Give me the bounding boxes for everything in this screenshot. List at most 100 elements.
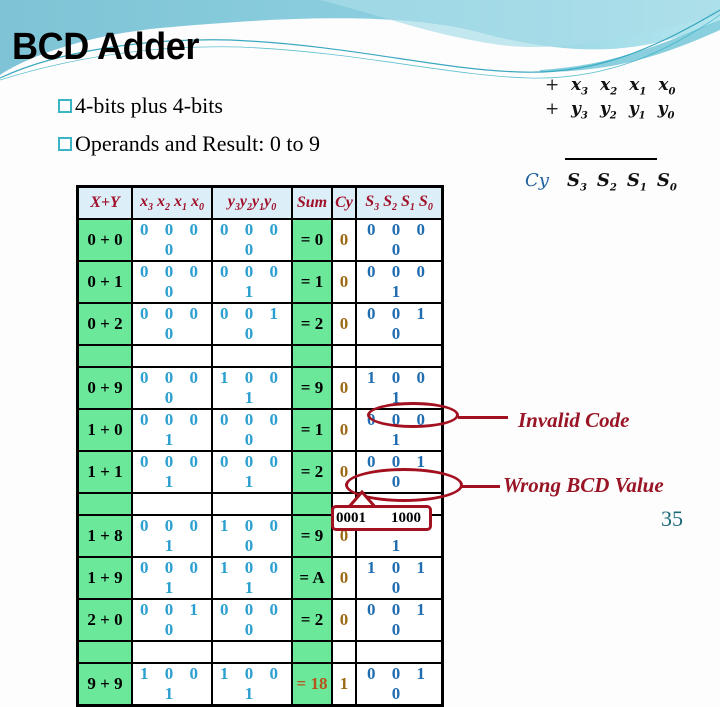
- header-sum: Sum: [291, 185, 333, 220]
- square-bullet-icon: [58, 137, 72, 151]
- formula-term: x2: [600, 75, 618, 98]
- cell-sum: [291, 492, 333, 516]
- cell-s-bits: 0 0 0 1: [355, 260, 444, 304]
- table-row: 0 + 90 0 0 01 0 0 1 = 901 0 0 1: [76, 366, 444, 410]
- table-row: 0 + 10 0 0 00 0 0 1 = 100 0 0 1: [76, 260, 444, 304]
- cell-y-bits: 1 0 0 1: [211, 556, 293, 600]
- bullet-text: 4-bits plus 4-bits: [75, 93, 223, 118]
- cell-operands: 0 + 9: [76, 366, 133, 410]
- cell-y-bits: 0 0 0 0: [211, 218, 293, 262]
- cell-operands: 2 + 0: [76, 598, 133, 642]
- cell-x-bits: 0 0 0 0: [131, 302, 213, 346]
- formula-term: S3: [566, 170, 587, 194]
- bullet-item: Operands and Result: 0 to 9: [58, 131, 320, 157]
- cell-y-bits: [211, 492, 293, 516]
- cell-y-bits: 1 0 0 1: [211, 366, 293, 410]
- cell-sum: = 9: [291, 514, 333, 558]
- cell-sum: = 2: [291, 598, 333, 642]
- addition-formula: + x3 x2 x1 x0 + y3 y2 y1 y0: [520, 75, 675, 123]
- cell-carry: 0: [331, 260, 357, 304]
- cell-sum: = 2: [291, 450, 333, 494]
- wrong-bcd-label: Wrong BCD Value: [503, 473, 664, 497]
- table-ellipsis-row: [76, 344, 444, 368]
- cell-x-bits: 0 0 1 0: [131, 598, 213, 642]
- cell-operands: [76, 492, 133, 516]
- cell-x-bits: 0 0 0 1: [131, 556, 213, 600]
- cell-carry: 0: [331, 218, 357, 262]
- invalid-code-label: Invalid Code: [518, 408, 630, 432]
- formula-term: x3: [571, 75, 589, 98]
- invalid-code-leader-line: [458, 416, 508, 419]
- header-cy: Cy: [331, 185, 357, 220]
- cell-operands: 1 + 8: [76, 514, 133, 558]
- cell-operands: 1 + 0: [76, 408, 133, 452]
- cell-sum: = A: [291, 556, 333, 600]
- table-row: 0 + 00 0 0 00 0 0 0 = 000 0 0 0: [76, 218, 444, 262]
- cell-operands: 1 + 1: [76, 450, 133, 494]
- cell-s-bits: 1 0 1 0: [355, 556, 444, 600]
- cell-x-bits: [131, 492, 213, 516]
- formula-term: S1: [626, 170, 647, 194]
- cell-carry: 1: [331, 662, 357, 707]
- formula-term: x1: [629, 75, 647, 98]
- cell-y-bits: 0 0 0 0: [211, 598, 293, 642]
- cell-x-bits: 0 0 0 0: [131, 218, 213, 262]
- cell-operands: [76, 344, 133, 368]
- cell-x-bits: 0 0 0 0: [131, 366, 213, 410]
- formula-term: y0: [657, 99, 675, 122]
- cell-carry: 0: [331, 408, 357, 452]
- cell-s-bits: 0 0 1 0: [355, 598, 444, 642]
- cell-x-bits: 1 0 0 1: [131, 662, 213, 707]
- plus-sign: +: [545, 99, 560, 119]
- formula-term: S0: [656, 170, 677, 194]
- formula-term: y1: [628, 99, 646, 122]
- formula-term: y3: [571, 99, 588, 122]
- cell-s-bits: [355, 344, 444, 368]
- formula-term: y2: [599, 99, 617, 122]
- cell-sum: = 1: [291, 408, 333, 452]
- formula-term: S2: [596, 170, 617, 194]
- table-header-row: X+Y x3 x2 x1 x0 y3y2y1y0 Sum Cy S3 S2 S1…: [76, 185, 444, 220]
- cell-s-bits: 0 0 1 0: [355, 662, 444, 707]
- cell-carry: 0: [331, 302, 357, 346]
- cell-sum: [291, 344, 333, 368]
- cell-y-bits: 1 0 0 1: [211, 662, 293, 707]
- cell-sum: = 1: [291, 260, 333, 304]
- cell-sum: [291, 640, 333, 664]
- cell-x-bits: 0 0 0 1: [131, 408, 213, 452]
- cell-carry: [331, 344, 357, 368]
- cell-y-bits: 0 0 0 1: [211, 260, 293, 304]
- cell-operands: 0 + 2: [76, 302, 133, 346]
- cell-y-bits: 0 0 1 0: [211, 302, 293, 346]
- formula-row-y: + y3 y2 y1 y0: [520, 99, 675, 123]
- invalid-code-highlight: [367, 402, 459, 428]
- square-bullet-icon: [58, 99, 72, 113]
- cell-x-bits: [131, 344, 213, 368]
- cell-x-bits: [131, 640, 213, 664]
- formula-term: x0: [658, 75, 676, 98]
- cell-y-bits: 0 0 0 1: [211, 450, 293, 494]
- cell-x-bits: 0 0 0 0: [131, 260, 213, 304]
- plus-sign: +: [545, 75, 560, 95]
- bcd-ones-digit: 1000: [391, 509, 421, 526]
- slide-title: BCD Adder: [12, 26, 199, 68]
- table-row: 9 + 91 0 0 11 0 0 1 = 18 1 0 0 1 0: [76, 662, 444, 707]
- table-row: 0 + 20 0 0 00 0 1 0 = 200 0 1 0: [76, 302, 444, 346]
- cell-operands: 0 + 1: [76, 260, 133, 304]
- bullet-item: 4-bits plus 4-bits: [58, 93, 223, 119]
- correct-bcd-callout: 0001 1000: [331, 505, 432, 531]
- cell-sum: = 18: [291, 662, 333, 707]
- header-s-bits: S3 S2 S1 S0: [355, 185, 444, 220]
- header-x-bits: x3 x2 x1 x0: [131, 185, 213, 220]
- cell-carry: [331, 640, 357, 664]
- header-xy: X+Y: [76, 185, 133, 220]
- cell-operands: 9 + 9: [76, 662, 133, 707]
- cell-sum: = 9: [291, 366, 333, 410]
- cell-s-bits: [355, 640, 444, 664]
- cell-operands: 0 + 0: [76, 218, 133, 262]
- cell-y-bits: [211, 640, 293, 664]
- cell-operands: [76, 640, 133, 664]
- cell-carry: 0: [331, 366, 357, 410]
- sum-line: [565, 158, 657, 160]
- formula-row-x: + x3 x2 x1 x0: [520, 75, 675, 99]
